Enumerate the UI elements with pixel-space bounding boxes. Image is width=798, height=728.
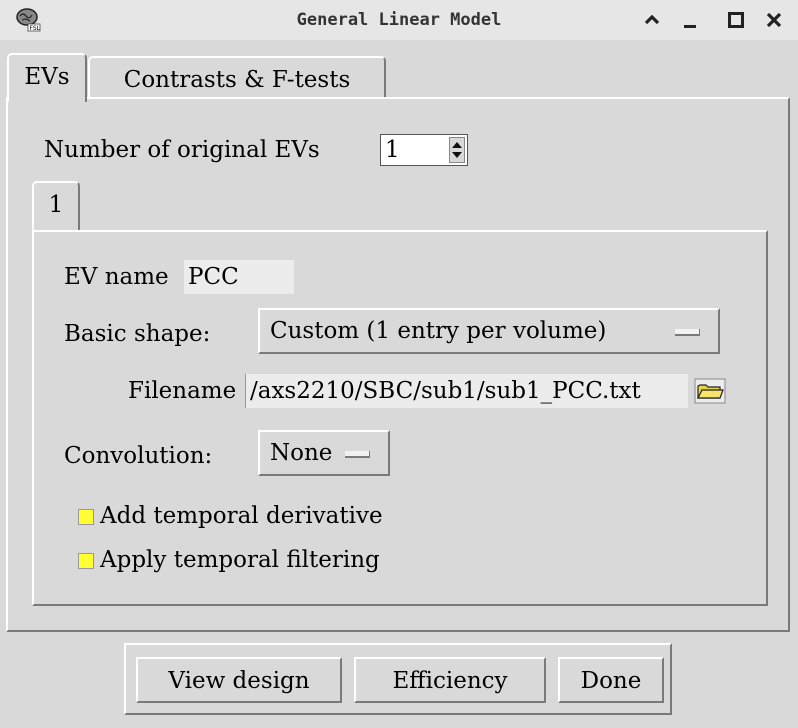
menu-indicator-icon [345, 451, 370, 458]
apply-temporal-filtering-checkbox[interactable] [78, 553, 94, 569]
view-design-button[interactable]: View design [136, 657, 342, 703]
minimize-window-icon[interactable] [678, 8, 702, 32]
basic-shape-label: Basic shape: [64, 321, 211, 347]
ev-count-label: Number of original EVs [44, 137, 320, 163]
tab-evs[interactable]: EVs [7, 53, 87, 102]
convolution-menu[interactable]: None [258, 430, 390, 476]
done-button[interactable]: Done [558, 657, 664, 703]
title-bar: FSL General Linear Model [0, 0, 798, 40]
filename-input[interactable]: /axs2210/SBC/sub1/sub1_PCC.txt [245, 374, 688, 408]
add-temporal-derivative-label: Add temporal derivative [100, 503, 383, 529]
add-temporal-derivative-checkbox[interactable] [78, 509, 94, 525]
basic-shape-menu[interactable]: Custom (1 entry per volume) [258, 308, 720, 354]
menu-indicator-icon [675, 329, 700, 336]
basic-shape-value: Custom (1 entry per volume) [270, 318, 607, 344]
filename-label: Filename [128, 378, 237, 404]
tab-contrasts-f-tests[interactable]: Contrasts & F-tests [88, 56, 386, 100]
tab-ev-1[interactable]: 1 [32, 181, 80, 230]
apply-temporal-filtering-label: Apply temporal filtering [100, 547, 380, 573]
action-button-bar: View design Efficiency Done [124, 643, 672, 715]
ev-count-spinbox[interactable]: 1 [380, 134, 468, 166]
ev-name-label: EV name [64, 264, 169, 290]
convolution-value: None [270, 440, 333, 466]
shade-window-icon[interactable] [640, 8, 664, 32]
spin-arrows-icon[interactable] [450, 138, 464, 162]
close-window-icon[interactable] [762, 8, 786, 32]
efficiency-button[interactable]: Efficiency [354, 657, 546, 703]
maximize-window-icon[interactable] [724, 8, 748, 32]
browse-folder-icon[interactable] [694, 378, 726, 404]
ev-name-input[interactable]: PCC [184, 260, 294, 294]
convolution-label: Convolution: [64, 443, 213, 469]
ev-count-spin-buttons[interactable] [449, 137, 465, 163]
ev-count-value: 1 [385, 137, 400, 163]
